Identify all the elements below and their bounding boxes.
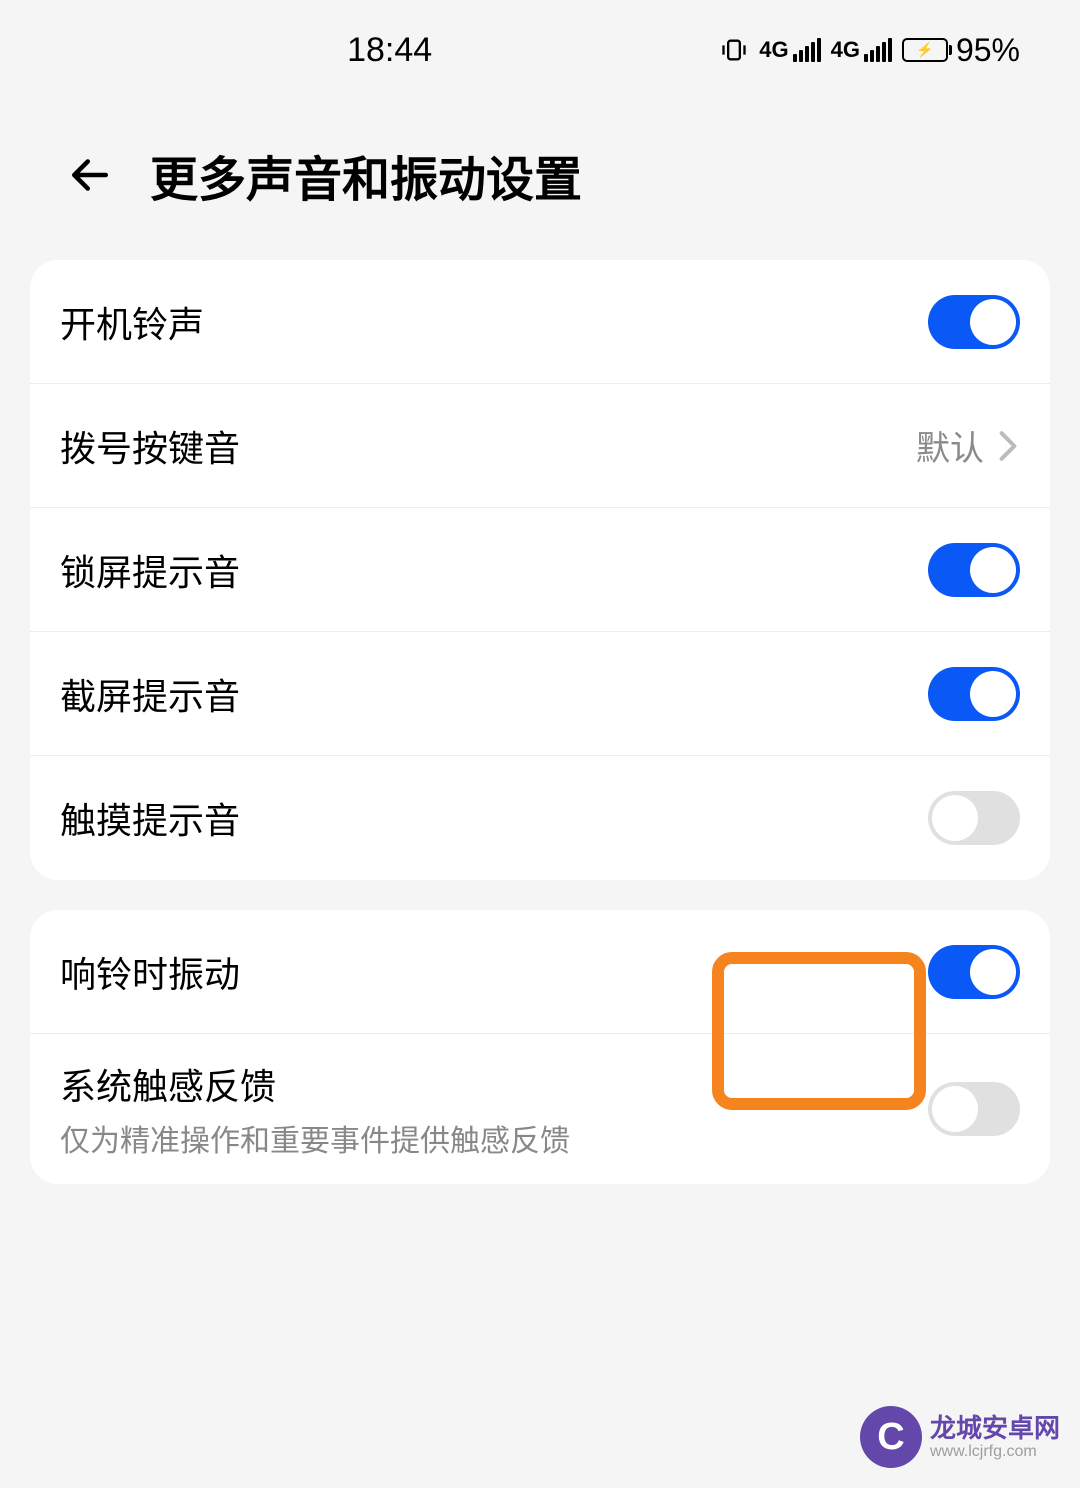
status-bar: 18:44 4G 4G ⚡ 95%: [0, 0, 1080, 100]
chevron-right-icon: [996, 434, 1020, 458]
row-dial-keytone[interactable]: 拨号按键音 默认: [30, 384, 1050, 508]
row-screenshot-sound[interactable]: 截屏提示音: [30, 632, 1050, 756]
row-label: 开机铃声: [60, 296, 204, 348]
vibrate-icon: [719, 35, 749, 65]
row-label: 系统触感反馈: [60, 1058, 570, 1110]
status-indicators: 4G 4G ⚡ 95%: [719, 32, 1020, 69]
battery-icon: ⚡: [902, 38, 948, 62]
page-header: 更多声音和振动设置: [0, 100, 1080, 260]
signal-1: 4G: [759, 37, 820, 63]
row-vibrate-on-ring[interactable]: 响铃时振动: [30, 910, 1050, 1034]
settings-group-1: 开机铃声 拨号按键音 默认 锁屏提示音 截屏提示音 触摸提示音: [30, 260, 1050, 880]
row-label: 拨号按键音: [60, 420, 240, 472]
toggle-lockscreen-sound[interactable]: [928, 543, 1020, 597]
row-label: 响铃时振动: [60, 946, 240, 998]
row-sublabel: 仅为精准操作和重要事件提供触感反馈: [60, 1116, 570, 1160]
page-title: 更多声音和振动设置: [150, 140, 582, 210]
toggle-screenshot-sound[interactable]: [928, 667, 1020, 721]
toggle-vibrate-on-ring[interactable]: [928, 945, 1020, 999]
settings-group-2: 响铃时振动 系统触感反馈 仅为精准操作和重要事件提供触感反馈: [30, 910, 1050, 1184]
row-haptic-feedback[interactable]: 系统触感反馈 仅为精准操作和重要事件提供触感反馈: [30, 1034, 1050, 1184]
back-button[interactable]: [60, 145, 120, 205]
row-boot-ringtone[interactable]: 开机铃声: [30, 260, 1050, 384]
watermark-title: 龙城安卓网: [930, 1414, 1060, 1443]
row-lockscreen-sound[interactable]: 锁屏提示音: [30, 508, 1050, 632]
watermark-logo-icon: C: [860, 1406, 922, 1468]
row-label: 锁屏提示音: [60, 544, 240, 596]
row-label: 触摸提示音: [60, 792, 240, 844]
watermark-url: www.lcjrfg.com: [930, 1443, 1060, 1461]
status-time: 18:44: [347, 31, 432, 70]
battery-percentage: 95%: [956, 32, 1020, 69]
row-touch-sound[interactable]: 触摸提示音: [30, 756, 1050, 880]
signal-2: 4G: [831, 37, 892, 63]
toggle-boot-ringtone[interactable]: [928, 295, 1020, 349]
row-value: 默认: [916, 421, 984, 470]
toggle-touch-sound[interactable]: [928, 791, 1020, 845]
toggle-haptic-feedback[interactable]: [928, 1082, 1020, 1136]
watermark: C 龙城安卓网 www.lcjrfg.com: [860, 1406, 1060, 1468]
row-label: 截屏提示音: [60, 668, 240, 720]
battery: ⚡ 95%: [902, 32, 1020, 69]
